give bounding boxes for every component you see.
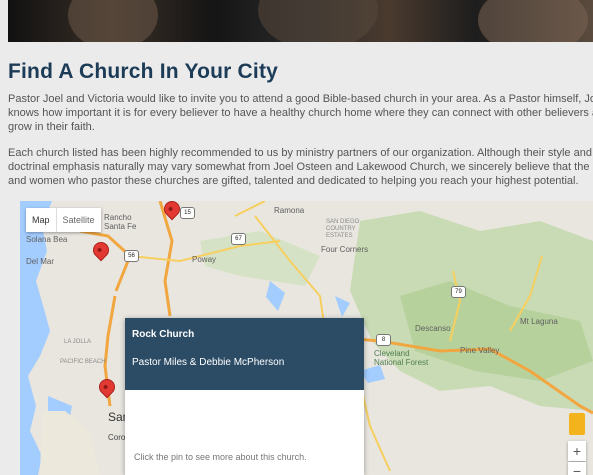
- map-label-ramona: Ramona: [274, 206, 305, 215]
- intro-line: knows how important it is for every beli…: [8, 107, 593, 119]
- map-label-del-mar: Del Mar: [26, 257, 55, 266]
- map-label-solana-beach: Solana Bea: [26, 235, 68, 244]
- map-label-mt-laguna: Mt Laguna: [520, 317, 558, 326]
- church-info-popup: Rock Church Pastor Miles & Debbie McPher…: [125, 318, 364, 475]
- map-label-rancho: Rancho: [104, 213, 132, 222]
- map-label-coronado: Coro: [108, 433, 126, 442]
- map-label-four-corners: Four Corners: [321, 245, 369, 254]
- intro-line: Pastor Joel and Victoria would like to i…: [8, 93, 593, 105]
- street-view-pegman-icon[interactable]: [569, 413, 585, 435]
- intro-line: grow in their faith.: [8, 121, 95, 133]
- map-label-la-jolla: LA JOLLA: [64, 339, 92, 345]
- map-label-pine-valley: Pine Valley: [460, 346, 500, 355]
- recommendation-paragraph: Each church listed has been highly recom…: [8, 146, 593, 188]
- hero-figure: [68, 0, 158, 42]
- intro-paragraph: Pastor Joel and Victoria would like to i…: [8, 92, 593, 134]
- highway-shield-79: 79: [451, 286, 466, 298]
- church-pastors: Pastor Miles & Debbie McPherson: [132, 357, 285, 368]
- hero-figure: [258, 0, 378, 42]
- map-type-satellite-button[interactable]: Satellite: [55, 208, 101, 232]
- map-label-cleveland-national-forest: Cleveland National Forest: [374, 349, 429, 367]
- map-label-pacific-beach: PACIFIC BEACH: [60, 359, 106, 365]
- highway-shield-8: 8: [376, 334, 391, 346]
- map-type-map-button[interactable]: Map: [26, 208, 56, 232]
- recommendation-line: and women who pastor these churches are …: [8, 175, 579, 187]
- highway-shield-67: 67: [231, 233, 246, 245]
- recommendation-line: doctrinal emphasis naturally may vary so…: [8, 161, 593, 173]
- map-label-san-diego-country-estates: SAN DIEGO COUNTRY ESTATES: [326, 219, 360, 239]
- church-pin-hint: Click the pin to see more about this chu…: [134, 452, 307, 462]
- page-title: Find A Church In Your City: [8, 60, 279, 83]
- map-label-descanso: Descanso: [415, 324, 451, 333]
- hero-figure: [478, 0, 588, 42]
- map-type-control: Map Satellite: [26, 208, 101, 232]
- church-map[interactable]: Map Satellite Rancho Santa Fe Ramona Sol…: [20, 201, 593, 475]
- zoom-out-button[interactable]: −: [568, 462, 586, 475]
- zoom-in-button[interactable]: +: [568, 441, 586, 461]
- map-label-santa-fe: Santa Fe: [104, 222, 137, 231]
- recommendation-line: Each church listed has been highly recom…: [8, 147, 592, 159]
- highway-shield-15: 15: [180, 207, 195, 219]
- highway-shield-56: 56: [124, 250, 139, 262]
- map-label-poway: Poway: [192, 255, 217, 264]
- church-name: Rock Church: [132, 329, 195, 340]
- hero-banner-image: [8, 0, 593, 42]
- church-info-header: Rock Church Pastor Miles & Debbie McPher…: [125, 318, 364, 390]
